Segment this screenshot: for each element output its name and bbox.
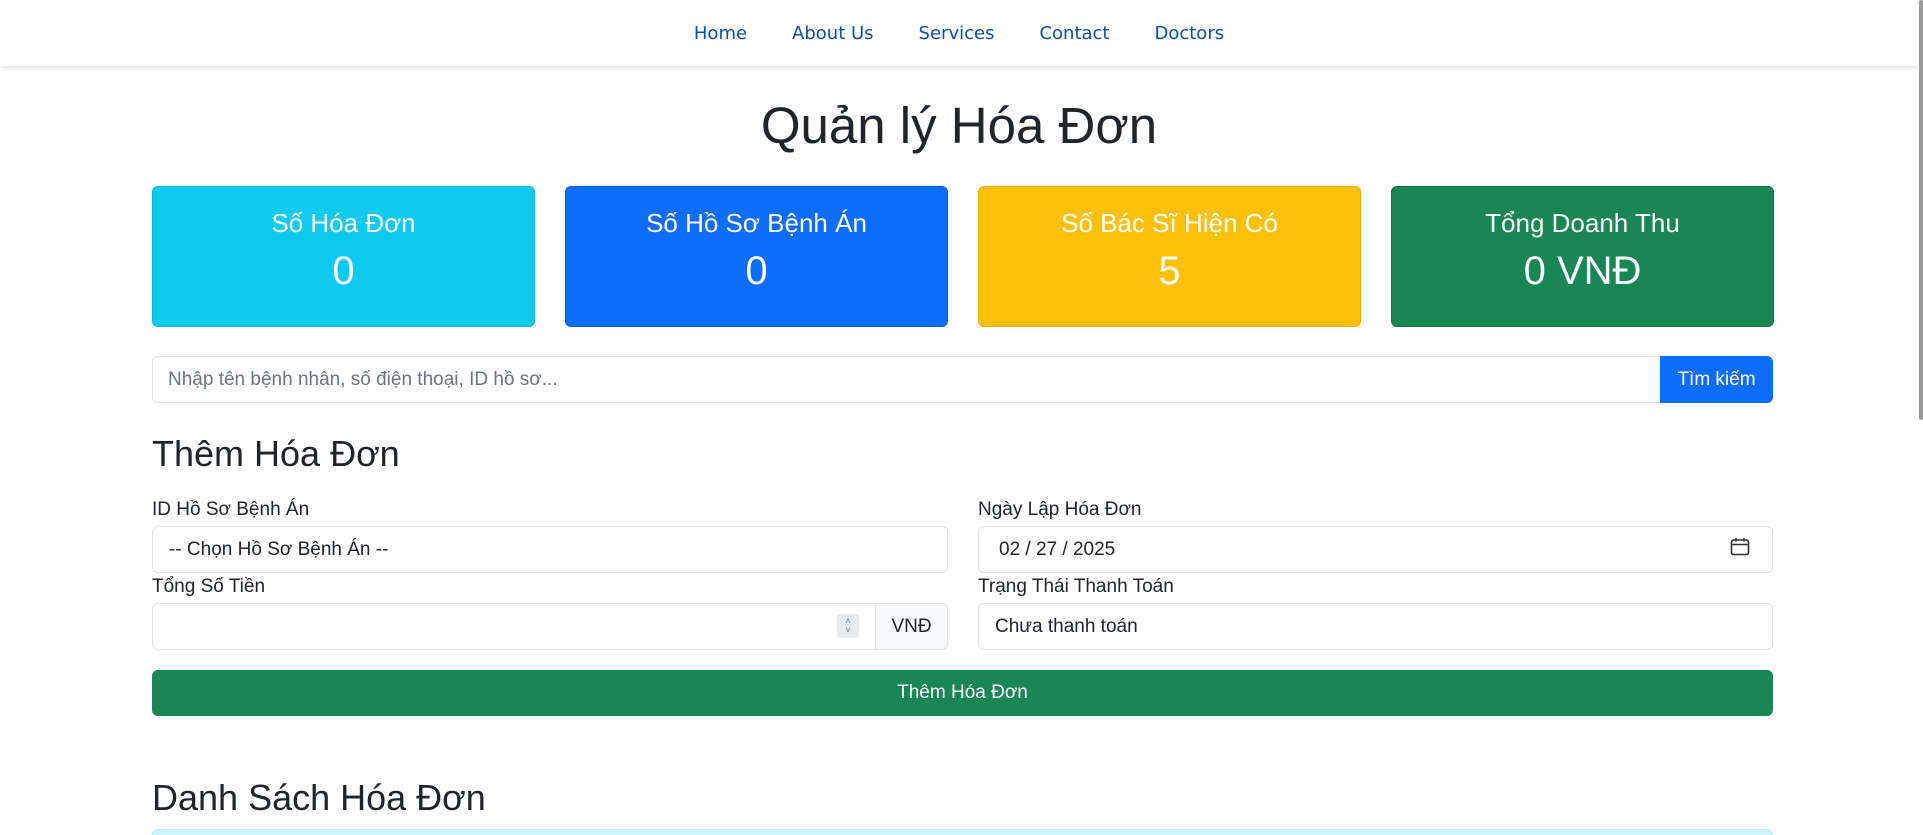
medical-record-count-card: Số Hồ Sơ Bệnh Án 0 — [565, 186, 948, 327]
invoice-count-label: Số Hóa Đơn — [271, 208, 416, 238]
nav-link-doctors[interactable]: Doctors — [1154, 23, 1224, 44]
amount-stepper[interactable]: ˄ ˅ — [837, 614, 859, 638]
nav-links: Home About Us Services Contact Doctors — [0, 0, 1918, 66]
doctor-count-value: 5 — [1158, 249, 1181, 293]
invoice-count-card: Số Hóa Đơn 0 — [152, 186, 535, 327]
total-amount-label: Tổng Số Tiền — [152, 576, 266, 597]
invoice-count-value: 0 — [332, 249, 355, 293]
nav-link-home[interactable]: Home — [694, 23, 747, 44]
search-button[interactable]: Tìm kiếm — [1660, 356, 1773, 403]
nav-link-about-us[interactable]: About Us — [792, 23, 874, 44]
record-id-select[interactable]: -- Chọn Hồ Sơ Bệnh Án -- — [152, 526, 948, 573]
scrollbar-thumb[interactable] — [1919, 0, 1923, 420]
calendar-icon[interactable] — [1730, 537, 1750, 556]
nav-link-contact[interactable]: Contact — [1039, 23, 1109, 44]
search-input[interactable] — [152, 356, 1661, 403]
add-invoice-button[interactable]: Thêm Hóa Đơn — [152, 670, 1773, 716]
invoice-date-value: 02 / 27 / 2025 — [999, 538, 1116, 560]
page-scrollbar[interactable] — [1918, 0, 1923, 835]
payment-status-select[interactable]: Chưa thanh toán — [978, 603, 1773, 650]
page-title: Quản lý Hóa Đơn — [760, 97, 1158, 154]
invoice-list-alert — [152, 829, 1773, 835]
doctor-count-card: Số Bác Sĩ Hiện Có 5 — [978, 186, 1361, 327]
doctor-count-label: Số Bác Sĩ Hiện Có — [1061, 208, 1278, 238]
invoice-date-input[interactable]: 02 / 27 / 2025 — [978, 526, 1773, 573]
total-revenue-card: Tổng Doanh Thu 0 VNĐ — [1391, 186, 1774, 327]
nav-link-services[interactable]: Services — [919, 23, 995, 44]
payment-status-label: Trạng Thái Thanh Toán — [978, 576, 1174, 597]
add-invoice-title: Thêm Hóa Đơn — [152, 433, 400, 474]
currency-suffix: VNĐ — [875, 603, 948, 650]
navbar: Home About Us Services Contact Doctors — [0, 0, 1918, 66]
invoice-list-title: Danh Sách Hóa Đơn — [152, 777, 486, 818]
total-revenue-value: 0 VNĐ — [1523, 249, 1642, 293]
chevron-down-icon[interactable]: ˅ — [845, 626, 850, 635]
medical-record-count-value: 0 — [745, 249, 768, 293]
payment-status-selected-value: Chưa thanh toán — [995, 615, 1138, 637]
record-id-selected-value: -- Chọn Hồ Sơ Bệnh Án -- — [169, 538, 389, 560]
invoice-date-label: Ngày Lập Hóa Đơn — [978, 499, 1142, 520]
total-amount-input[interactable] — [152, 603, 876, 650]
total-revenue-label: Tổng Doanh Thu — [1485, 208, 1680, 238]
medical-record-count-label: Số Hồ Sơ Bệnh Án — [646, 208, 867, 238]
record-id-label: ID Hồ Sơ Bệnh Án — [152, 499, 310, 520]
